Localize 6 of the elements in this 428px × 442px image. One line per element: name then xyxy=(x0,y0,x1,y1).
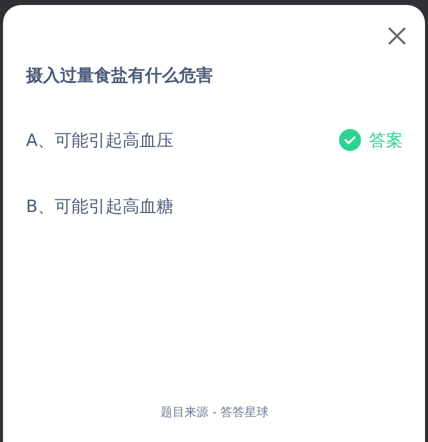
close-icon[interactable] xyxy=(387,26,407,46)
question-title: 摄入过量食盐有什么危害 xyxy=(26,65,214,87)
source-text: 题目来源 - 答答星球 xyxy=(160,404,270,421)
answer-label: 答案 xyxy=(369,130,403,152)
answer-option[interactable]: B、可能引起高血糖 xyxy=(26,194,403,218)
answer-option[interactable]: A、可能引起高血压 xyxy=(26,128,339,152)
